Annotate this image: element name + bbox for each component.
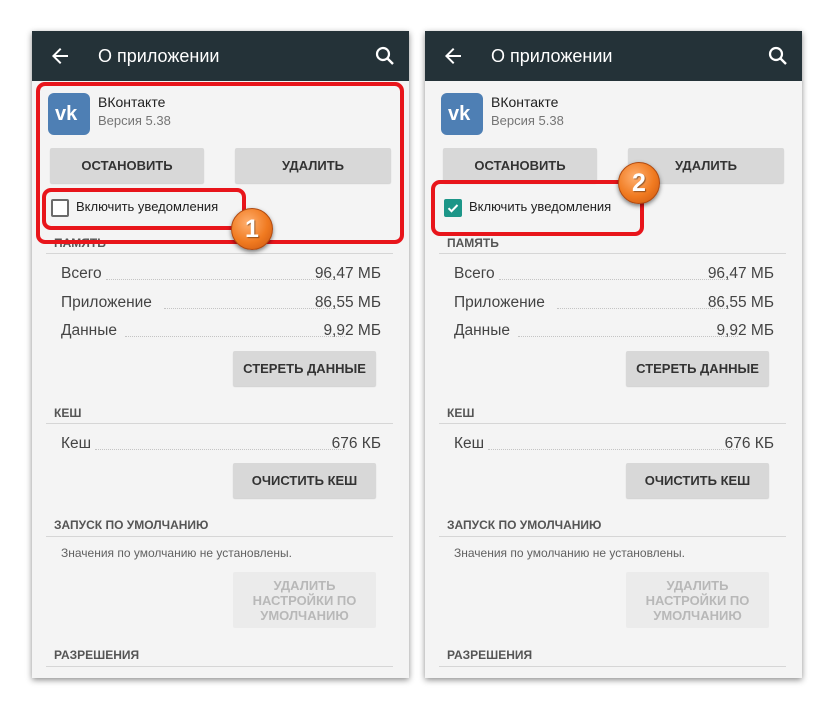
row-label: Приложение bbox=[454, 294, 545, 311]
dot-leader bbox=[557, 308, 729, 309]
launch-header: ЗАПУСК ПО УМОЛЧАНИЮ bbox=[447, 518, 602, 532]
row-label: Данные bbox=[61, 322, 117, 339]
row-value: 96,47 МБ bbox=[314, 265, 381, 282]
storage-row-app: Приложение 86,55 МБ bbox=[454, 294, 774, 314]
cache-header: КЕШ bbox=[447, 406, 475, 420]
permissions-header: РАЗРЕШЕНИЯ bbox=[447, 648, 533, 662]
row-value: 96,47 МБ bbox=[707, 265, 774, 282]
button-line: УДАЛИТЬ bbox=[273, 577, 336, 593]
button-line: УДАЛИТЬ bbox=[666, 577, 729, 593]
storage-row-data: Данные 9,92 МБ bbox=[61, 322, 381, 342]
permissions-header: РАЗРЕШЕНИЯ bbox=[54, 648, 140, 662]
row-label: Всего bbox=[61, 265, 102, 282]
divider bbox=[46, 666, 393, 667]
divider bbox=[46, 423, 393, 424]
button-line: УМОЛЧАНИЮ bbox=[260, 607, 349, 623]
button-line: НАСТРОЙКИ ПО bbox=[252, 592, 357, 608]
row-label: Кеш bbox=[61, 435, 92, 452]
step-number: 2 bbox=[632, 169, 646, 197]
clear-data-button[interactable]: СТЕРЕТЬ ДАННЫЕ bbox=[233, 351, 376, 386]
divider bbox=[439, 253, 786, 254]
stop-button[interactable]: ОСТАНОВИТЬ bbox=[443, 148, 597, 183]
cache-row: Кеш 676 КБ bbox=[61, 435, 381, 455]
app-bar: О приложении bbox=[32, 31, 409, 81]
clear-cache-button[interactable]: ОЧИСТИТЬ КЕШ bbox=[233, 463, 376, 498]
row-label: Приложение bbox=[61, 294, 152, 311]
screen-after: О приложении vk ВКонтакте Версия 5.38 ОС… bbox=[425, 31, 802, 678]
storage-row-app: Приложение 86,55 МБ bbox=[61, 294, 381, 314]
divider bbox=[439, 423, 786, 424]
row-value: 676 КБ bbox=[331, 435, 381, 452]
search-icon[interactable] bbox=[373, 44, 397, 68]
dot-leader bbox=[518, 336, 738, 337]
divider bbox=[46, 253, 393, 254]
cache-header: КЕШ bbox=[54, 406, 82, 420]
row-label: Данные bbox=[454, 322, 510, 339]
clear-defaults-button: УДАЛИТЬ НАСТРОЙКИ ПО УМОЛЧАНИЮ bbox=[626, 572, 769, 628]
clear-data-button[interactable]: СТЕРЕТЬ ДАННЫЕ bbox=[626, 351, 769, 386]
row-value: 86,55 МБ bbox=[707, 294, 774, 311]
cache-row: Кеш 676 КБ bbox=[454, 435, 774, 455]
app-bar: О приложении bbox=[425, 31, 802, 81]
dot-leader bbox=[499, 279, 729, 280]
step-badge-1: 1 bbox=[231, 208, 273, 250]
storage-row-total: Всего 96,47 МБ bbox=[61, 265, 381, 285]
app-version: Версия 5.38 bbox=[491, 113, 564, 128]
storage-row-data: Данные 9,92 МБ bbox=[454, 322, 774, 342]
clear-cache-button[interactable]: ОЧИСТИТЬ КЕШ bbox=[626, 463, 769, 498]
dot-leader bbox=[164, 308, 336, 309]
row-value: 9,92 МБ bbox=[323, 322, 381, 339]
clear-defaults-button: УДАЛИТЬ НАСТРОЙКИ ПО УМОЛЧАНИЮ bbox=[233, 572, 376, 628]
storage-header: ПАМЯТЬ bbox=[447, 236, 499, 250]
storage-row-total: Всего 96,47 МБ bbox=[454, 265, 774, 285]
divider bbox=[439, 666, 786, 667]
app-name: ВКонтакте bbox=[491, 94, 559, 110]
step-badge-2: 2 bbox=[618, 162, 660, 204]
page-title: О приложении bbox=[491, 46, 613, 66]
dot-leader bbox=[125, 336, 345, 337]
row-label: Кеш bbox=[454, 435, 485, 452]
defaults-status: Значения по умолчанию не установлены. bbox=[454, 546, 685, 560]
arrow-left-icon[interactable] bbox=[48, 44, 72, 68]
svg-text:vk: vk bbox=[448, 104, 471, 122]
button-line: УМОЛЧАНИЮ bbox=[653, 607, 742, 623]
dot-leader bbox=[488, 449, 738, 450]
step-number: 1 bbox=[245, 215, 259, 243]
search-icon[interactable] bbox=[766, 44, 790, 68]
row-value: 86,55 МБ bbox=[314, 294, 381, 311]
defaults-status: Значения по умолчанию не установлены. bbox=[61, 546, 292, 560]
button-line: НАСТРОЙКИ ПО bbox=[645, 592, 750, 608]
row-value: 676 КБ bbox=[724, 435, 774, 452]
page-title: О приложении bbox=[98, 46, 220, 66]
row-value: 9,92 МБ bbox=[716, 322, 774, 339]
launch-header: ЗАПУСК ПО УМОЛЧАНИЮ bbox=[54, 518, 209, 532]
highlight-frame-notifications bbox=[42, 188, 246, 230]
dot-leader bbox=[95, 449, 345, 450]
divider bbox=[46, 536, 393, 537]
dot-leader bbox=[106, 279, 336, 280]
highlight-frame-notifications bbox=[431, 180, 644, 236]
row-label: Всего bbox=[454, 265, 495, 282]
vk-logo-icon: vk bbox=[441, 93, 483, 135]
arrow-left-icon[interactable] bbox=[441, 44, 465, 68]
divider bbox=[439, 536, 786, 537]
